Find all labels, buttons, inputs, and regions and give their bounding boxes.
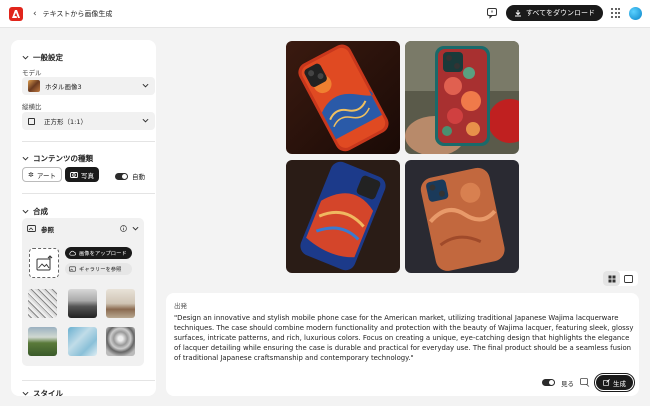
- upload-drop-zone[interactable]: [29, 248, 59, 278]
- see-toggle[interactable]: [542, 379, 555, 386]
- auto-label: 自動: [132, 173, 145, 181]
- model-value: ホタル画像3: [45, 83, 82, 91]
- settings-sliders-icon[interactable]: [580, 378, 590, 387]
- aspect-ratio-select[interactable]: 正方形（1:1）: [22, 112, 155, 130]
- view-toggle: [603, 271, 638, 286]
- chevron-down-icon: [22, 391, 29, 396]
- upload-image-button[interactable]: 画像をアップロード: [65, 247, 132, 259]
- gallery-thumbnail[interactable]: [68, 289, 97, 318]
- reference-label: 参照: [41, 226, 54, 234]
- grid-view-icon: [608, 275, 615, 282]
- gallery-icon: [69, 266, 76, 272]
- generated-image-1[interactable]: [286, 41, 400, 154]
- chevron-down-icon: [22, 156, 29, 161]
- feedback-icon[interactable]: [486, 7, 498, 19]
- general-settings-title: 一般設定: [33, 53, 63, 62]
- top-bar: ‹ テキストから画像生成 すべてをダウンロード: [0, 0, 650, 28]
- single-view-button[interactable]: [620, 271, 637, 286]
- generate-button[interactable]: 生成: [594, 373, 635, 392]
- breadcrumb: テキストから画像生成: [42, 9, 113, 18]
- download-icon: [514, 10, 521, 17]
- divider: [22, 380, 155, 381]
- model-thumbnail: [28, 80, 40, 92]
- divider: [22, 193, 155, 194]
- info-icon[interactable]: [120, 225, 127, 232]
- style-header[interactable]: スタイル: [22, 388, 63, 396]
- reference-image-icon: [27, 225, 36, 232]
- camera-icon: [70, 172, 78, 178]
- avatar[interactable]: [629, 6, 642, 20]
- browse-gallery-button[interactable]: ギャラリーを参照: [65, 263, 132, 275]
- back-arrow-icon[interactable]: ‹: [33, 9, 37, 19]
- prompt-label: 出発: [174, 302, 187, 310]
- gallery-thumbnail[interactable]: [28, 289, 57, 318]
- generate-icon: [603, 379, 610, 386]
- style-title: スタイル: [33, 389, 63, 396]
- compose-header[interactable]: 合成: [22, 206, 48, 217]
- single-view-icon: [624, 274, 633, 283]
- download-all-label: すべてをダウンロード: [525, 9, 595, 17]
- aspect-ratio-value: 正方形（1:1）: [44, 118, 87, 126]
- download-all-button[interactable]: すべてをダウンロード: [505, 5, 603, 21]
- model-label: モデル: [22, 69, 42, 77]
- content-type-photo-label: 写真: [81, 171, 94, 180]
- generated-image-2[interactable]: [405, 41, 519, 154]
- content-type-art-label: アート: [36, 171, 56, 180]
- compose-title: 合成: [33, 207, 48, 216]
- see-label: 見る: [561, 379, 574, 388]
- upload-image-label: 画像をアップロード: [79, 251, 127, 257]
- auto-toggle[interactable]: [115, 172, 128, 180]
- content-type-art-button[interactable]: ✲ アート: [22, 167, 62, 182]
- gallery-thumbnail[interactable]: [106, 327, 135, 356]
- prompt-panel: 出発 "Design an innovative and stylish mob…: [166, 293, 639, 396]
- art-icon: ✲: [28, 170, 34, 179]
- image-upload-icon: [36, 255, 53, 271]
- auto-toggle-group: 自動: [115, 171, 145, 181]
- model-select[interactable]: ホタル画像3: [22, 77, 155, 95]
- generated-image-4[interactable]: [405, 160, 519, 273]
- chevron-down-icon[interactable]: [132, 225, 139, 232]
- gallery-thumbnail[interactable]: [68, 327, 97, 356]
- general-settings-header[interactable]: 一般設定: [22, 52, 63, 63]
- grid-view-button[interactable]: [603, 271, 620, 286]
- prompt-input[interactable]: "Design an innovative and stylish mobile…: [174, 313, 634, 363]
- reference-box: 参照 画像をアップロード ギャラリーを参照: [22, 218, 144, 366]
- square-icon: [28, 117, 35, 125]
- generated-image-3[interactable]: [286, 160, 400, 273]
- chevron-down-icon: [142, 83, 149, 88]
- chevron-down-icon: [142, 118, 149, 123]
- adobe-logo-icon[interactable]: [9, 6, 23, 21]
- gallery-thumbnail[interactable]: [106, 289, 135, 318]
- cloud-upload-icon: [69, 250, 76, 256]
- divider: [22, 141, 155, 142]
- browse-gallery-label: ギャラリーを参照: [79, 267, 122, 273]
- content-type-header[interactable]: コンテンツの種類: [22, 153, 93, 164]
- aspect-ratio-label: 縦横比: [22, 103, 42, 111]
- settings-panel: 一般設定 モデル ホタル画像3 縦横比 正方形（1:1） コンテンツの種類 ✲ …: [11, 40, 156, 396]
- gallery-thumbnail[interactable]: [28, 327, 57, 356]
- reference-header: 参照: [27, 224, 54, 234]
- apps-grid-icon[interactable]: [611, 8, 621, 18]
- chevron-down-icon: [22, 55, 29, 60]
- content-type-photo-button[interactable]: 写真: [65, 167, 99, 182]
- content-type-title: コンテンツの種類: [33, 154, 93, 163]
- generate-label: 生成: [613, 379, 626, 388]
- chevron-down-icon: [22, 209, 29, 214]
